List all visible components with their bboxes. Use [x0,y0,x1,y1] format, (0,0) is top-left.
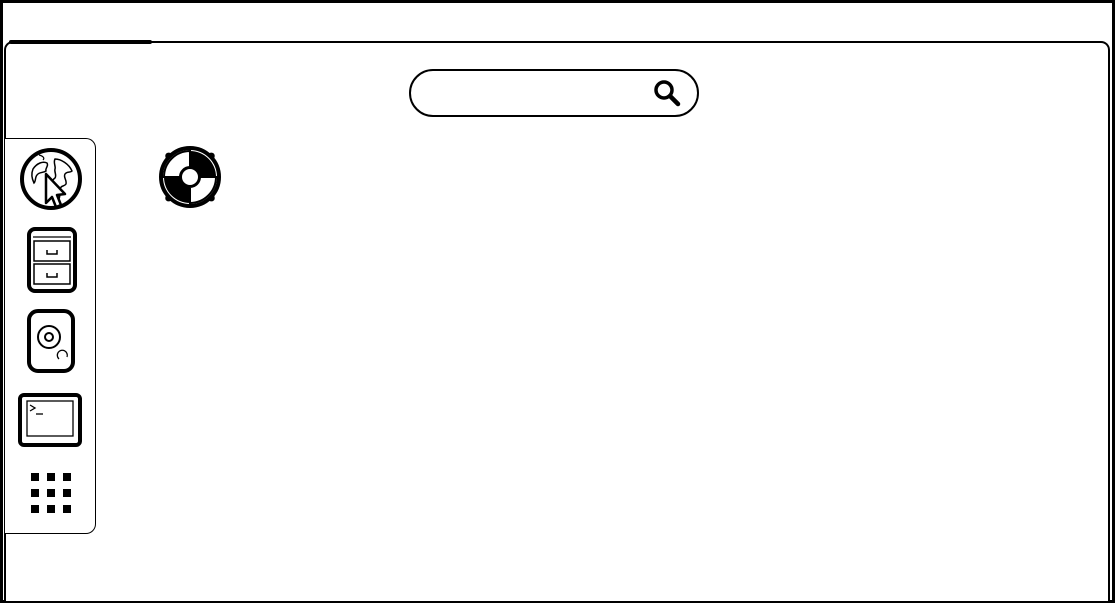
top-bar [3,3,1112,41]
file-cabinet-icon [23,227,81,293]
screen [0,0,1115,603]
terminal-icon [17,392,83,448]
help-lifebuoy-icon [156,144,224,210]
dock-item-disks[interactable] [25,307,77,375]
search-input[interactable] [431,77,651,109]
desktop-area [4,40,1110,601]
web-browser-icon [19,147,83,211]
search-icon[interactable] [651,77,683,109]
dock-item-file-manager[interactable] [23,227,81,293]
desktop-shortcut-help[interactable] [154,144,226,214]
disk-drive-icon [25,307,77,375]
search-bar[interactable] [409,69,699,117]
dash-dock [5,138,96,534]
dock-item-web-browser[interactable] [19,147,83,211]
activities-indicator[interactable] [9,40,152,44]
dock-item-show-applications[interactable] [25,467,77,519]
dock-item-terminal[interactable] [17,392,83,448]
app-grid-icon [25,467,77,519]
